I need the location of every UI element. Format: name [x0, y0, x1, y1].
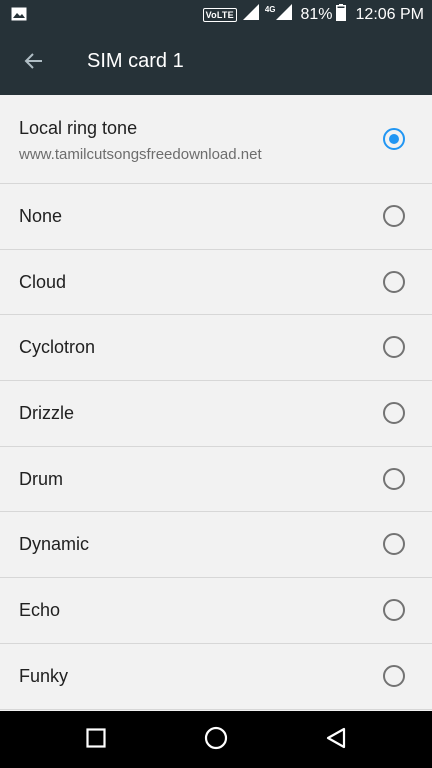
ringtone-label: Drum: [19, 468, 63, 489]
volte-icon: VoLTE: [202, 7, 237, 22]
signal-4g-icon: [276, 4, 293, 25]
radio-button[interactable]: [383, 205, 405, 227]
ringtone-label: Local ring tone: [19, 118, 138, 138]
radio-button[interactable]: [383, 664, 405, 687]
ringtone-item[interactable]: Cyclotron: [0, 315, 432, 382]
back-triangle-icon: [325, 727, 347, 754]
image-icon: [11, 6, 27, 27]
ringtone-item[interactable]: Echo: [0, 578, 432, 644]
network-type: 4G: [264, 5, 276, 14]
recents-icon: [86, 727, 106, 753]
home-button[interactable]: [199, 723, 233, 757]
ringtone-item[interactable]: Funky: [0, 644, 432, 710]
ringtone-list: Local ring tone www.tamilcutsongsfreedow…: [0, 95, 432, 711]
signal-icon: [242, 4, 259, 25]
toolbar: SIM card 1: [0, 29, 432, 95]
recents-button[interactable]: [79, 723, 113, 757]
back-button[interactable]: [18, 48, 48, 78]
ringtone-item[interactable]: Drum: [0, 447, 432, 513]
ringtone-label: Drizzle: [19, 403, 75, 424]
page-title: SIM card 1: [87, 50, 184, 72]
ringtone-label: Cyclotron: [19, 337, 96, 358]
ringtone-label: None: [19, 206, 63, 226]
radio-button[interactable]: [383, 533, 405, 556]
radio-button[interactable]: [383, 599, 405, 622]
ringtone-label: Dynamic: [19, 534, 90, 555]
ringtone-item-local[interactable]: Local ring tone www.tamilcutsongsfreedow…: [0, 95, 432, 184]
radio-button[interactable]: [383, 467, 405, 490]
ringtone-item[interactable]: None: [0, 184, 432, 250]
clock: 12:06 PM: [355, 5, 424, 23]
navigation-bar: [0, 711, 432, 768]
back-nav-button[interactable]: [319, 723, 353, 757]
ringtone-subtitle: www.tamilcutsongsfreedownload.net: [19, 146, 262, 163]
radio-button[interactable]: [383, 270, 405, 293]
battery-percent: 81%: [300, 5, 333, 23]
ringtone-label: Funky: [19, 665, 69, 686]
ringtone-item[interactable]: Drizzle: [0, 381, 432, 447]
ringtone-label: Echo: [19, 600, 61, 621]
status-bar: VoLTE 4G 81% 12:06 PM: [0, 0, 432, 29]
radio-button-selected[interactable]: [383, 128, 405, 150]
battery-icon: [335, 3, 346, 26]
radio-button[interactable]: [383, 402, 405, 425]
ringtone-item[interactable]: Dynamic: [0, 512, 432, 579]
ringtone-label: Cloud: [19, 271, 67, 292]
radio-button[interactable]: [383, 336, 405, 359]
home-icon: [204, 726, 228, 755]
ringtone-item[interactable]: Cloud: [0, 250, 432, 316]
arrow-back-icon: [22, 50, 44, 77]
